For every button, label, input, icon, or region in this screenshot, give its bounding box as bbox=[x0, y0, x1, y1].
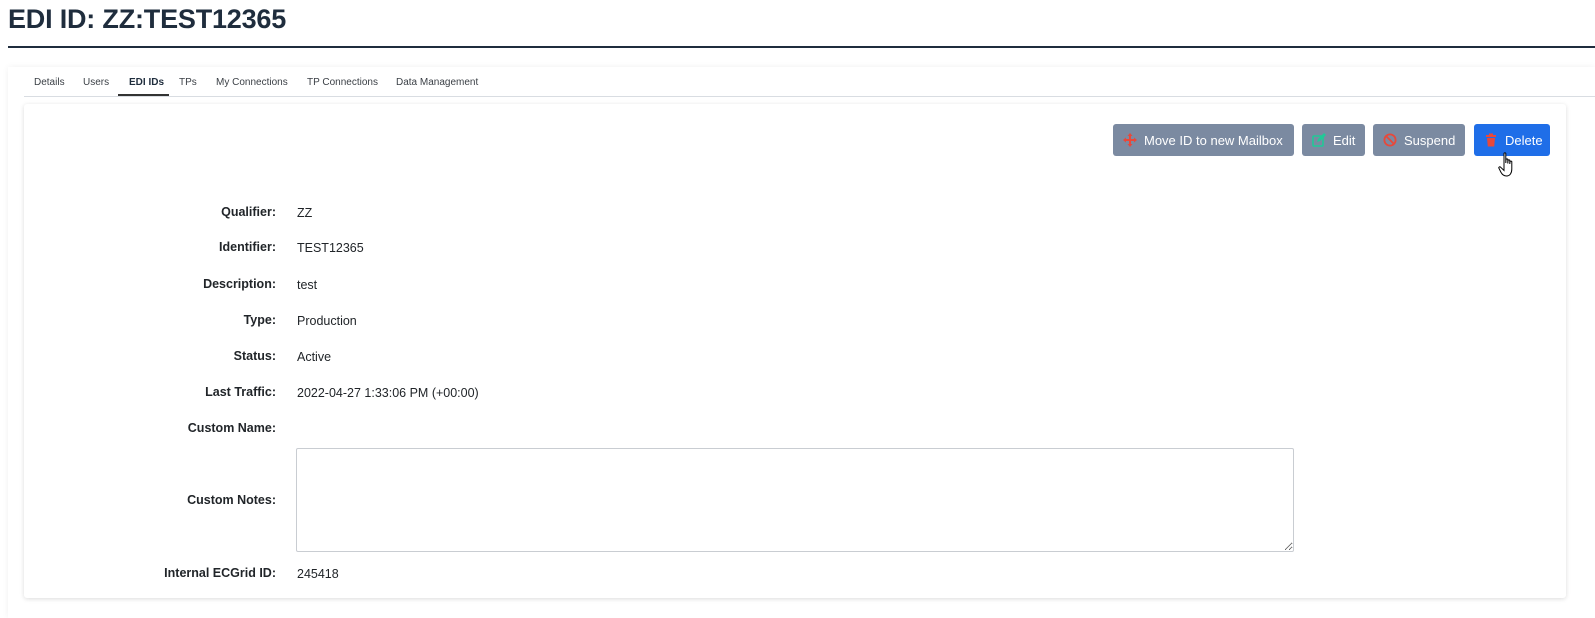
qualifier-value: ZZ bbox=[297, 206, 313, 220]
tab-bar: Details Users EDI IDs TPs My Connections… bbox=[24, 72, 1595, 97]
move-id-button-label: Move ID to new Mailbox bbox=[1144, 132, 1283, 148]
type-label: Type: bbox=[243, 313, 276, 327]
page-header: EDI ID: ZZ:TEST12365 bbox=[8, 0, 1595, 48]
active-tab-indicator bbox=[118, 94, 169, 96]
suspend-button-label: Suspend bbox=[1404, 132, 1456, 148]
edit-button-label: Edit bbox=[1333, 132, 1356, 148]
status-value: Active bbox=[297, 350, 332, 364]
edit-button[interactable]: Edit bbox=[1302, 124, 1365, 156]
move-arrows-icon bbox=[1123, 133, 1137, 147]
identifier-label: Identifier: bbox=[219, 240, 276, 254]
qualifier-label: Qualifier: bbox=[221, 205, 276, 219]
ban-icon bbox=[1383, 133, 1397, 147]
internal-ecgrid-id-value: 245418 bbox=[297, 567, 339, 581]
move-id-button[interactable]: Move ID to new Mailbox bbox=[1113, 124, 1294, 156]
tab-tp-connections[interactable]: TP Connections bbox=[307, 77, 378, 88]
trash-icon bbox=[1484, 133, 1498, 147]
edit-pencil-icon bbox=[1312, 133, 1326, 147]
last-traffic-value: 2022-04-27 1:33:06 PM (+00:00) bbox=[297, 386, 479, 400]
page-title: EDI ID: ZZ:TEST12365 bbox=[8, 4, 287, 34]
custom-name-label: Custom Name: bbox=[187, 421, 276, 435]
status-label: Status: bbox=[233, 349, 276, 363]
hand-cursor-icon bbox=[1498, 152, 1518, 178]
tab-data-management[interactable]: Data Management bbox=[396, 77, 478, 88]
last-traffic-label: Last Traffic: bbox=[205, 385, 276, 399]
description-value: test bbox=[297, 278, 318, 292]
type-value: Production bbox=[297, 314, 357, 328]
custom-notes-label: Custom Notes: bbox=[187, 493, 276, 507]
internal-ecgrid-id-label: Internal ECGrid ID: bbox=[164, 566, 276, 580]
tab-users[interactable]: Users bbox=[83, 77, 109, 88]
suspend-button[interactable]: Suspend bbox=[1373, 124, 1465, 156]
tab-edi-ids[interactable]: EDI IDs bbox=[129, 77, 164, 88]
tab-details[interactable]: Details bbox=[34, 77, 65, 88]
identifier-value: TEST12365 bbox=[297, 241, 364, 255]
delete-button-label: Delete bbox=[1505, 132, 1543, 148]
tab-my-connections[interactable]: My Connections bbox=[216, 77, 288, 88]
tab-tps[interactable]: TPs bbox=[179, 77, 197, 88]
description-label: Description: bbox=[203, 277, 276, 291]
custom-notes-textarea[interactable] bbox=[296, 448, 1294, 552]
